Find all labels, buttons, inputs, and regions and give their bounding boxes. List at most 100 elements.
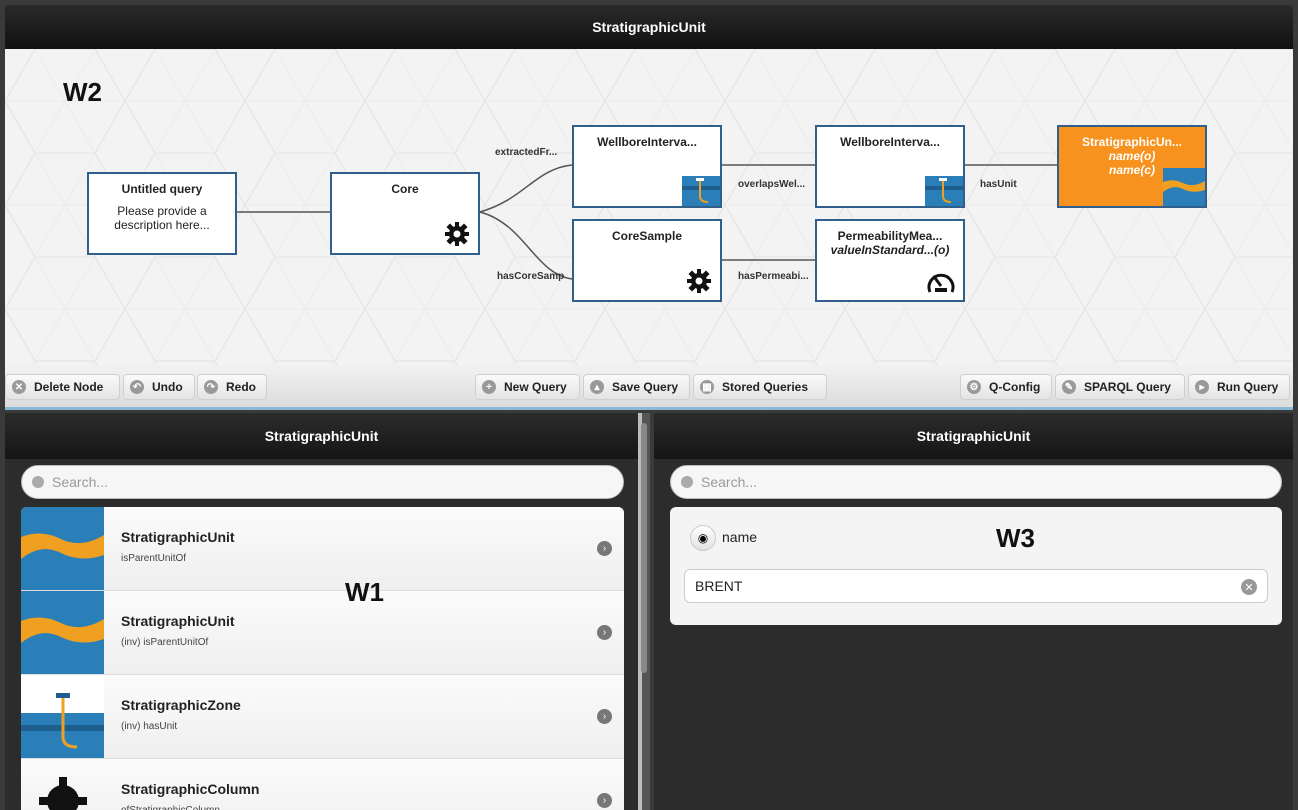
- property-value-field[interactable]: BRENT ✕: [684, 569, 1268, 603]
- redo-icon: ↷: [204, 380, 218, 394]
- stored-queries-label: Stored Queries: [722, 380, 809, 394]
- list-item-subtitle: ofStratigraphicColumn: [121, 805, 220, 810]
- gear-icon: [687, 269, 711, 293]
- right-search-placeholder: Search...: [701, 474, 758, 490]
- node-strat-sub1: name(o): [1108, 149, 1156, 163]
- chevron-right-icon: ›: [597, 709, 612, 724]
- w3-label: W3: [996, 523, 1035, 553]
- chevron-right-icon: ›: [597, 541, 612, 556]
- w1-label: W1: [345, 577, 384, 607]
- node-wellbore-interval-1[interactable]: WellboreInterva...: [572, 125, 722, 208]
- edge-label-overlaps: overlapsWel...: [738, 179, 806, 190]
- strata-icon: [1163, 168, 1205, 206]
- node-stratigraphic-unit[interactable]: StratigraphicUn... name(o) name(c): [1057, 125, 1207, 208]
- edge-label-hascore: hasCoreSamp: [497, 271, 565, 282]
- redo-button[interactable]: ↷ Redo: [197, 374, 267, 400]
- node-core[interactable]: Core: [330, 172, 480, 255]
- list-item[interactable]: StratigraphicZone (inv) hasUnit ›: [21, 675, 624, 759]
- save-query-label: Save Query: [612, 380, 679, 394]
- left-panel: StratigraphicUnit Search... Stratigraphi…: [5, 413, 638, 810]
- node-perm-title: PermeabilityMea...: [837, 229, 943, 243]
- undo-label: Undo: [152, 380, 183, 394]
- play-icon: ▸: [1195, 380, 1209, 394]
- right-search-input[interactable]: Search...: [670, 465, 1282, 499]
- q-config-label: Q-Config: [989, 380, 1041, 394]
- close-icon: ✕: [12, 380, 26, 394]
- property-name: name: [722, 529, 758, 545]
- node-perm-sub: valueInStandard...(o): [830, 243, 950, 257]
- property-card: ◉ name W3 BRENT ✕: [670, 507, 1282, 625]
- delete-node-label: Delete Node: [34, 380, 104, 394]
- chevron-up-icon: ▴: [590, 380, 604, 394]
- left-search-input[interactable]: Search...: [21, 465, 624, 499]
- redo-label: Redo: [226, 380, 256, 394]
- node-coresample[interactable]: CoreSample: [572, 219, 722, 302]
- wellbore-icon: [21, 675, 104, 758]
- list-item-subtitle: isParentUnitOf: [121, 553, 187, 564]
- node-wellbore2-title: WellboreInterva...: [840, 135, 940, 149]
- node-coresample-title: CoreSample: [611, 229, 683, 243]
- new-query-button[interactable]: + New Query: [475, 374, 580, 400]
- top-title-bar: StratigraphicUnit: [5, 5, 1293, 49]
- w2-label: W2: [63, 77, 102, 107]
- strata-icon: [21, 591, 104, 674]
- list-item-title: StratigraphicUnit: [121, 529, 235, 545]
- panel-scrollbar[interactable]: [638, 413, 650, 810]
- list-item[interactable]: StratigraphicUnit (inv) isParentUnitOf ›: [21, 591, 624, 675]
- node-wellbore-interval-2[interactable]: WellboreInterva...: [815, 125, 965, 208]
- run-query-label: Run Query: [1217, 380, 1279, 394]
- save-query-button[interactable]: ▴ Save Query: [583, 374, 690, 400]
- list-item[interactable]: StratigraphicUnit isParentUnitOf ›: [21, 507, 624, 591]
- pencil-icon: ✎: [1062, 380, 1076, 394]
- q-config-button[interactable]: ⚙ Q-Config: [960, 374, 1052, 400]
- new-query-label: New Query: [504, 380, 567, 394]
- query-canvas[interactable]: W2 Untitled query Please provide a descr…: [5, 49, 1293, 365]
- list-item-title: StratigraphicColumn: [121, 781, 260, 797]
- action-toolbar: ✕ Delete Node ↶ Undo ↷ Redo + New Query ▴ Sav…: [5, 365, 1293, 410]
- node-untitled-desc: Please provide a description here...: [114, 204, 210, 232]
- node-wellbore1-title: WellboreInterva...: [597, 135, 697, 149]
- relation-list: StratigraphicUnit isParentUnitOf › Strat…: [21, 507, 624, 810]
- list-item-subtitle: (inv) hasUnit: [121, 721, 178, 732]
- node-untitled-title: Untitled query: [121, 182, 203, 196]
- grid-icon: ▦: [700, 380, 714, 394]
- list-item-subtitle: (inv) isParentUnitOf: [121, 637, 209, 648]
- stored-queries-button[interactable]: ▦ Stored Queries: [693, 374, 827, 400]
- list-item-title: StratigraphicUnit: [121, 613, 235, 629]
- search-icon: [681, 476, 693, 488]
- gear-icon: ⚙: [967, 380, 981, 394]
- eye-icon[interactable]: ◉: [690, 525, 716, 551]
- node-strat-title: StratigraphicUn...: [1081, 135, 1182, 149]
- sparql-query-label: SPARQL Query: [1084, 380, 1171, 394]
- edge-label-hasperm: hasPermeabi...: [738, 271, 809, 282]
- plus-icon: +: [482, 380, 496, 394]
- strata-icon: [21, 507, 104, 590]
- gauge-icon: [927, 273, 955, 293]
- chevron-right-icon: ›: [597, 625, 612, 640]
- gear-icon: [39, 777, 87, 810]
- edge-label-extracted: extractedFr...: [495, 147, 558, 158]
- top-title: StratigraphicUnit: [592, 19, 706, 35]
- delete-node-button[interactable]: ✕ Delete Node: [5, 374, 120, 400]
- list-item-title: StratigraphicZone: [121, 697, 241, 713]
- undo-button[interactable]: ↶ Undo: [123, 374, 195, 400]
- node-permeability[interactable]: PermeabilityMea... valueInStandard...(o): [815, 219, 965, 302]
- property-value: BRENT: [695, 578, 743, 594]
- wellbore-icon: [925, 176, 963, 206]
- node-core-title: Core: [391, 182, 419, 196]
- left-panel-title: StratigraphicUnit: [5, 413, 638, 459]
- wellbore-icon: [682, 176, 720, 206]
- node-untitled-query[interactable]: Untitled query Please provide a descript…: [87, 172, 237, 255]
- clear-icon[interactable]: ✕: [1241, 579, 1257, 595]
- list-item[interactable]: StratigraphicColumn ofStratigraphicColum…: [21, 759, 624, 810]
- sparql-query-button[interactable]: ✎ SPARQL Query: [1055, 374, 1185, 400]
- scroll-thumb[interactable]: [641, 423, 647, 673]
- chevron-right-icon: ›: [597, 793, 612, 808]
- right-panel-title: StratigraphicUnit: [654, 413, 1293, 459]
- gear-icon: [445, 222, 469, 246]
- undo-icon: ↶: [130, 380, 144, 394]
- search-icon: [32, 476, 44, 488]
- run-query-button[interactable]: ▸ Run Query: [1188, 374, 1290, 400]
- right-panel: StratigraphicUnit Search... ◉ name W3 BR…: [654, 413, 1293, 810]
- left-search-placeholder: Search...: [52, 474, 109, 490]
